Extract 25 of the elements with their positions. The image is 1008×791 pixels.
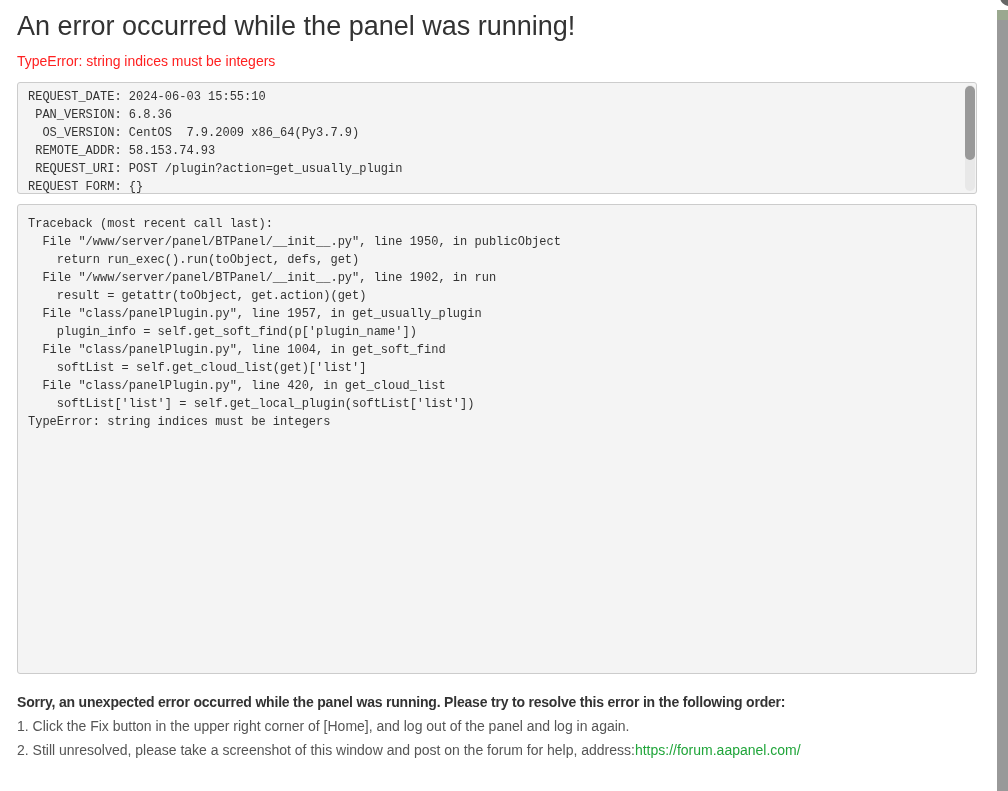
traceback-line: return run_exec().run(toObject, defs, get) [55,252,360,269]
request-info-line: REQUEST_URI: POST /plugin?action=get_usually_plugin [34,161,403,178]
traceback-line: File "class/panelPlugin.py", line 1004, in get_soft_find [41,342,446,359]
traceback-line: File "class/panelPlugin.py", line 420, in get_cloud_list [41,378,446,395]
request-info-line: REQUEST_DATE: 2024-06-03 15:55:10 [28,89,266,106]
error-message: TypeError: string indices must be integers [17,52,276,70]
help-heading: Sorry, an unexpected error occurred while the panel was running. Please try to resolve this error in the following order: [17,693,786,712]
request-info-line: REQUEST FORM: {} [28,179,144,193]
error-title: An error occurred while the panel was running! [17,10,576,43]
traceback-line: File "/www/server/panel/BTPanel/__init__.py", line 1902, in run [41,270,497,287]
scrollbar-thumb[interactable] [965,86,975,160]
help-step: 1. Click the Fix button in the upper right corner of [Home], and log out of the panel and log in again. [17,716,630,736]
traceback-line: softList = self.get_cloud_list(get)['list'] [55,360,367,377]
traceback-line: softList['list'] = self.get_local_plugin(softList['list']) [55,396,475,413]
traceback-line: plugin_info = self.get_soft_find(p['plugin_name']) [55,324,417,341]
traceback-line: File "/www/server/panel/BTPanel/__init__.py", line 1950, in publicObject [41,234,561,251]
forum-link[interactable]: https://forum.aapanel.com/ [634,742,801,758]
traceback-line: result = getattr(toObject, get.action)(get) [55,288,367,305]
request-info-line: PAN_VERSION: 6.8.36 [34,107,173,124]
traceback-line: TypeError: string indices must be integers [28,414,331,431]
help-step: 2. Still unresolved, please take a screenshot of this window and post on the forum for help, address:https://forum.aapanel.com/ [17,740,801,760]
request-info-line: REMOTE_ADDR: 58.153.74.93 [34,143,216,160]
traceback-line: Traceback (most recent call last): [28,216,273,233]
request-info-line: OS_VERSION: CentOS 7.9.2009 x86_64(Py3.7.9) [41,125,360,142]
traceback-line: File "class/panelPlugin.py", line 1957, in get_usually_plugin [41,306,482,323]
